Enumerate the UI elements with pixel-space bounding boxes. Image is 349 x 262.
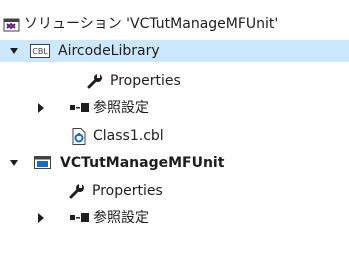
references-icon bbox=[70, 97, 92, 119]
wrench-icon bbox=[86, 70, 106, 92]
solution-node[interactable]: ソリューション 'VCTutManageMFUnit' bbox=[0, 13, 349, 35]
project-node-vctutmanagemfunit[interactable]: VCTutManageMFUnit bbox=[0, 152, 349, 174]
tree-item-properties[interactable]: Properties bbox=[0, 180, 349, 202]
expand-caret-icon[interactable] bbox=[10, 160, 18, 166]
expand-caret-icon[interactable] bbox=[10, 48, 18, 54]
cbl-project-icon: CBL bbox=[30, 40, 52, 62]
tree-item-properties[interactable]: Properties bbox=[0, 70, 349, 92]
project-label: VCTutManageMFUnit bbox=[60, 155, 225, 171]
project-label: AircodeLibrary bbox=[58, 43, 160, 59]
properties-label: Properties bbox=[92, 183, 163, 199]
svg-text:CBL: CBL bbox=[32, 47, 48, 56]
file-label: Class1.cbl bbox=[93, 128, 164, 144]
app-project-icon bbox=[34, 152, 56, 174]
wrench-icon bbox=[68, 180, 88, 202]
solution-label: ソリューション 'VCTutManageMFUnit' bbox=[24, 16, 279, 32]
tree-item-references[interactable]: 参照設定 bbox=[0, 97, 349, 119]
tree-item-file[interactable]: Class1.cbl bbox=[0, 125, 349, 147]
tree-item-references[interactable]: 参照設定 bbox=[0, 207, 349, 229]
cbl-file-icon bbox=[72, 125, 90, 147]
properties-label: Properties bbox=[110, 73, 181, 89]
references-icon bbox=[70, 207, 92, 229]
collapse-caret-icon[interactable] bbox=[38, 213, 44, 223]
solution-explorer-tree: ソリューション 'VCTutManageMFUnit' CBL AircodeL… bbox=[0, 0, 349, 262]
project-node-aircodelibrary[interactable]: CBL AircodeLibrary bbox=[0, 40, 349, 62]
references-label: 参照設定 bbox=[93, 100, 149, 116]
collapse-caret-icon[interactable] bbox=[38, 103, 44, 113]
references-label: 参照設定 bbox=[93, 210, 149, 226]
solution-icon bbox=[3, 13, 23, 35]
